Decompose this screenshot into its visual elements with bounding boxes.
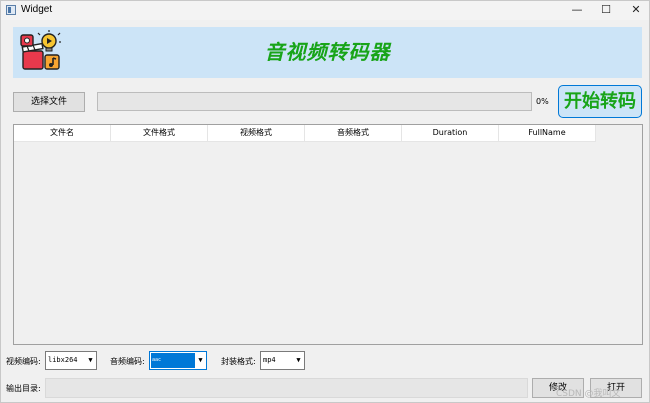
audio-codec-value: aac — [151, 353, 196, 368]
table-column-header[interactable]: 文件格式 — [111, 125, 208, 142]
chevron-down-icon: ▼ — [195, 352, 206, 369]
table-column-header[interactable]: 视频格式 — [208, 125, 305, 142]
progress-percent-text: 0% — [536, 97, 549, 106]
start-transcode-button[interactable]: 开始转码 — [558, 85, 642, 118]
output-dir-field[interactable] — [45, 378, 528, 398]
app-window-icon — [6, 5, 16, 15]
video-codec-select[interactable]: libx264 ▼ — [45, 351, 97, 370]
banner-title: 音视频转码器 — [264, 40, 391, 64]
container-format-select[interactable]: mp4 ▼ — [260, 351, 305, 370]
audio-codec-label: 音频编码: — [110, 357, 145, 366]
title-bar[interactable]: Widget — ☐ ✕ — [1, 1, 649, 20]
chevron-down-icon: ▼ — [293, 352, 304, 369]
table-header: 文件名 文件格式 视频格式 音频格式 Duration FullName — [14, 125, 596, 142]
select-file-button[interactable]: 选择文件 — [13, 92, 85, 112]
chevron-down-icon: ▼ — [85, 352, 96, 369]
banner: 音视频转码器 — [13, 27, 642, 78]
watermark: CSDN @我叫文 — [556, 389, 621, 399]
close-button[interactable]: ✕ — [621, 1, 650, 20]
table-column-header[interactable]: FullName — [499, 125, 596, 142]
output-dir-label: 输出目录: — [6, 384, 41, 393]
audio-codec-select[interactable]: aac ▼ — [149, 351, 207, 370]
maximize-button[interactable]: ☐ — [591, 1, 621, 20]
container-format-value: mp4 — [263, 356, 276, 364]
video-codec-label: 视频编码: — [6, 357, 41, 366]
container-format-label: 封装格式: — [221, 357, 256, 366]
table-column-header[interactable]: 音频格式 — [305, 125, 402, 142]
minimize-button[interactable]: — — [562, 1, 592, 20]
app-window: Widget — ☐ ✕ 音视频转码器 选择文件 0% 开始转码 文件名 文件格… — [0, 0, 650, 403]
video-codec-value: libx264 — [48, 356, 78, 364]
table-column-header[interactable]: 文件名 — [14, 125, 111, 142]
table-column-header[interactable]: Duration — [402, 125, 499, 142]
window-title: Widget — [21, 4, 53, 15]
file-table[interactable]: 文件名 文件格式 视频格式 音频格式 Duration FullName — [13, 124, 643, 345]
progress-bar — [97, 92, 532, 111]
